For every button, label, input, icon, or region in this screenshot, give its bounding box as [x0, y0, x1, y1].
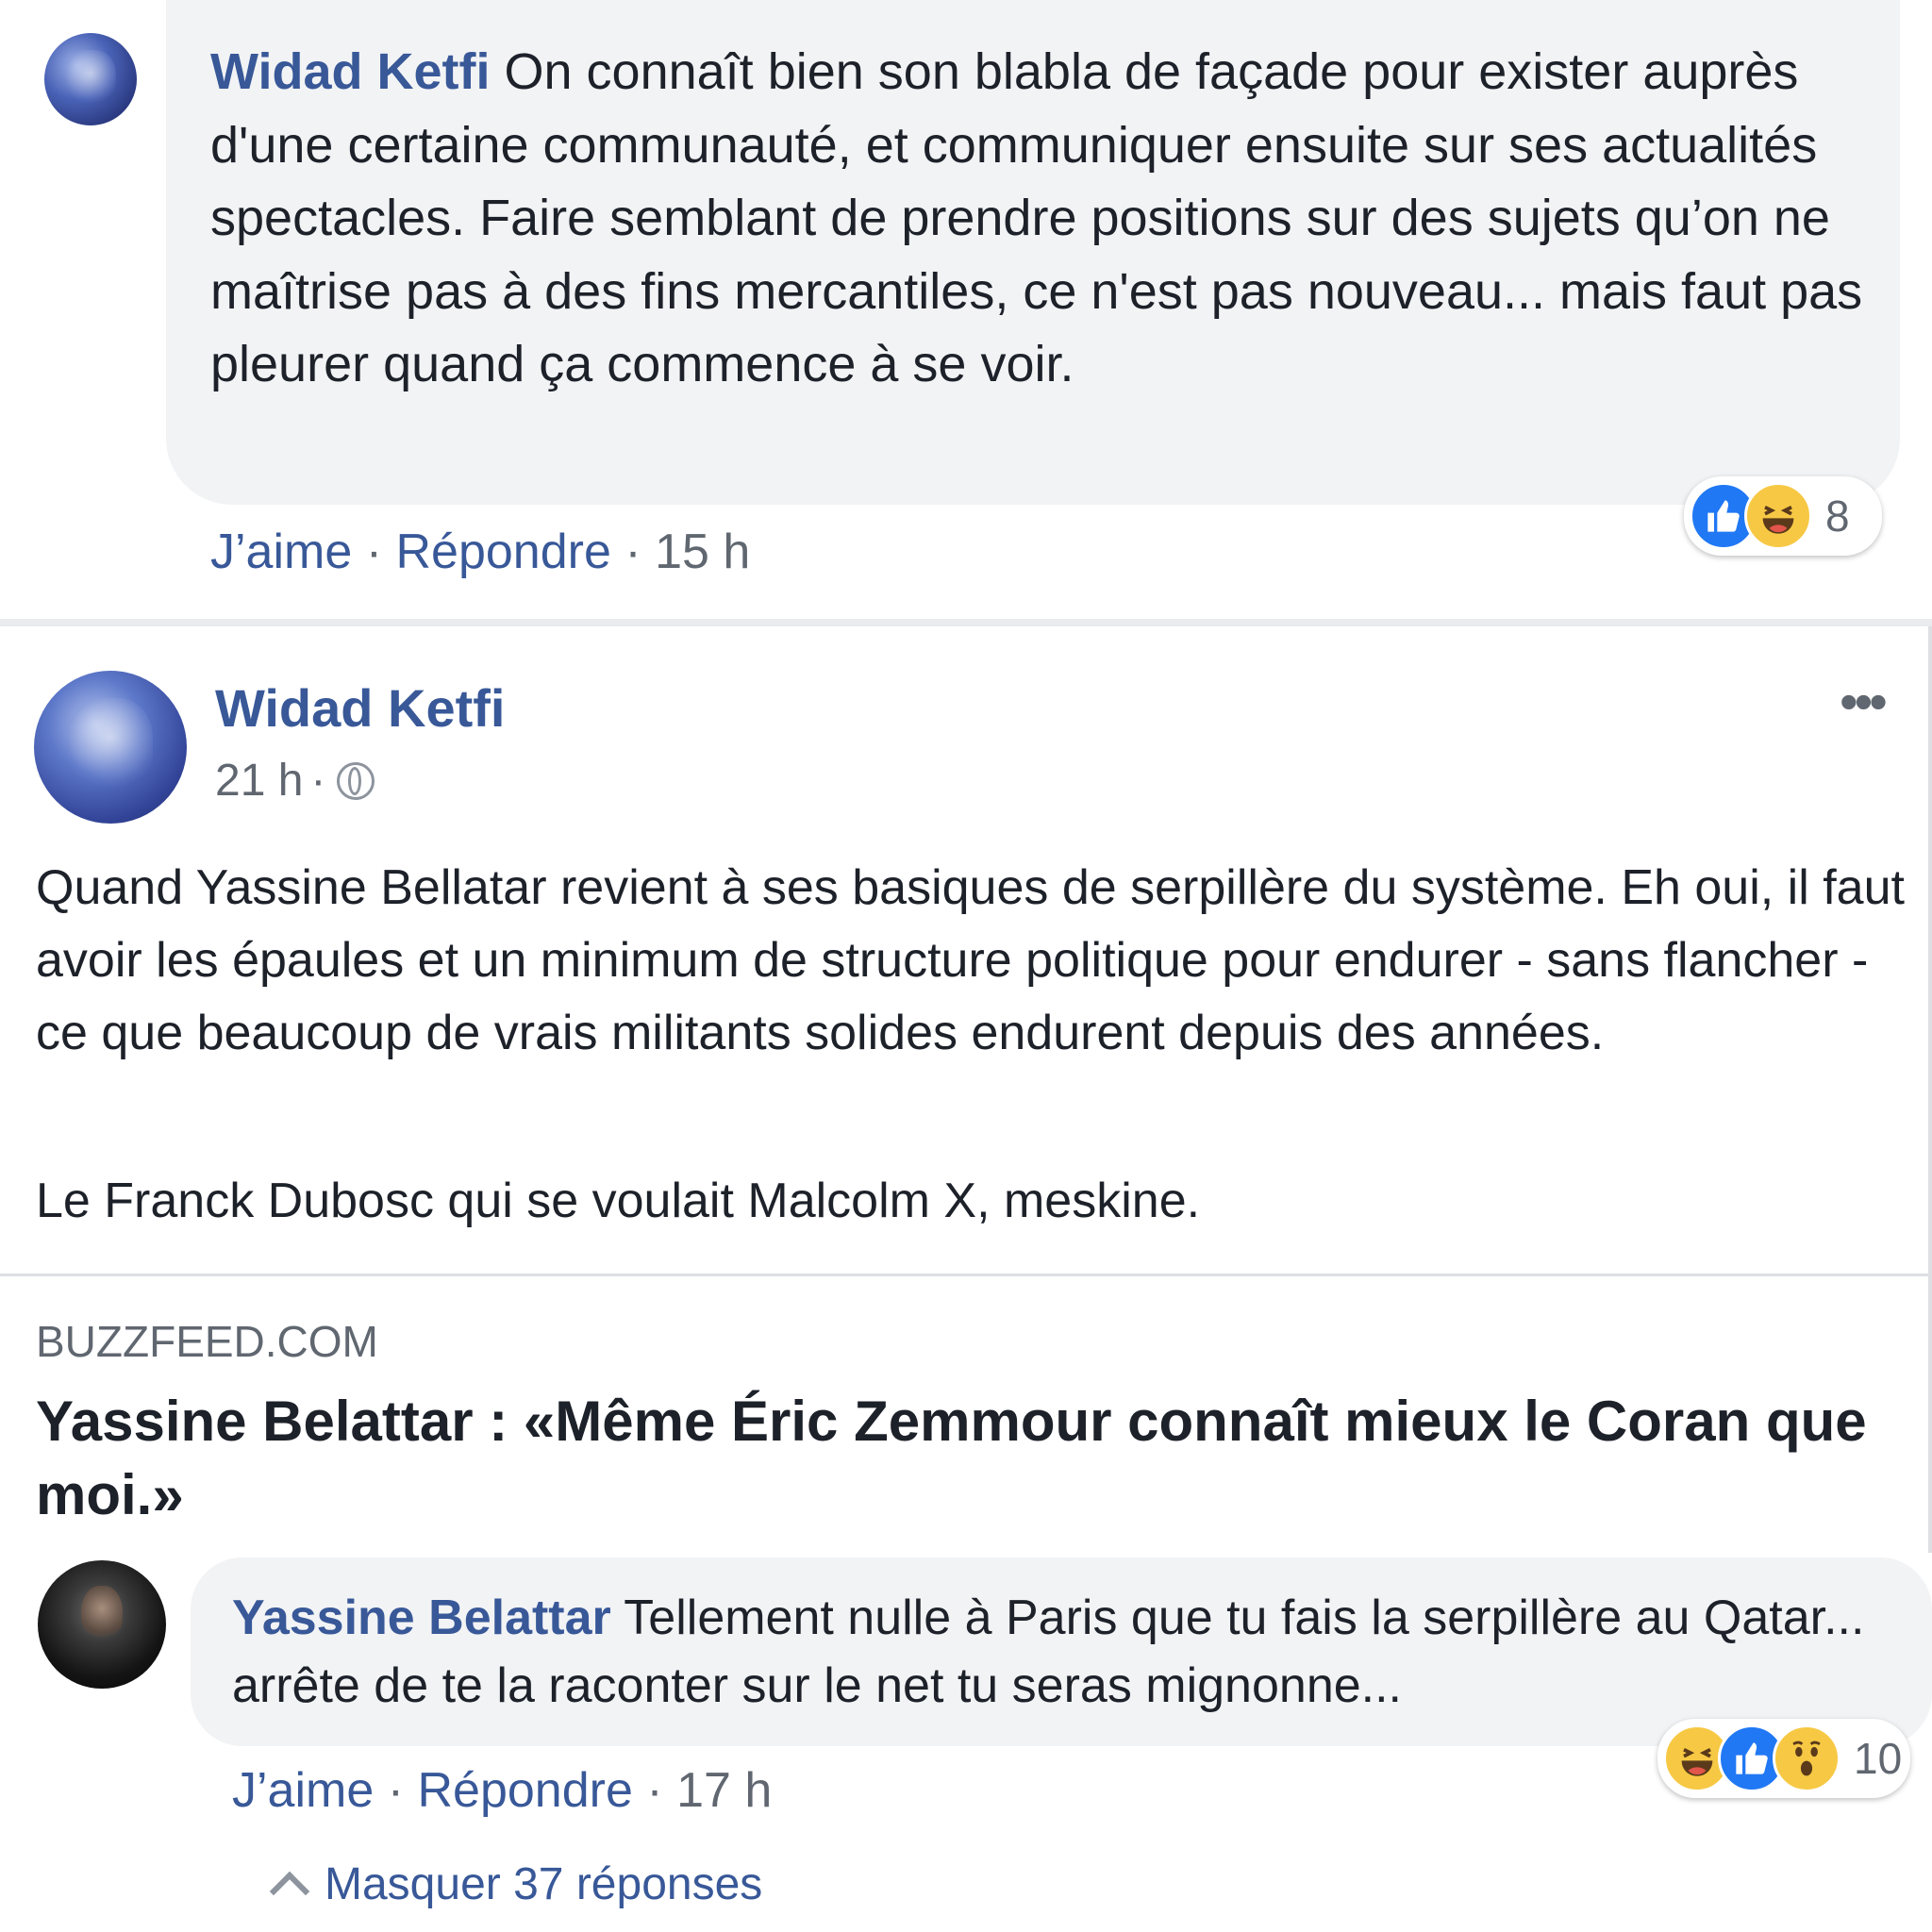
reactions-summary[interactable]: 10	[1657, 1719, 1910, 1798]
comment-actions-yassine: J’aime · Répondre · 17 h	[232, 1762, 772, 1819]
post-author-name[interactable]: Widad Ketfi	[215, 677, 505, 739]
comment-actions-widad: J’aime · Répondre · 15 h	[210, 524, 750, 580]
like-link[interactable]: J’aime	[232, 1763, 374, 1818]
separator: ·	[632, 1763, 677, 1818]
separator: ·	[310, 756, 326, 806]
reply-link[interactable]: Répondre	[417, 1763, 632, 1818]
post-text-paragraph-2: Le Franck Dubosc qui se voulait Malcolm …	[36, 1174, 1201, 1228]
separator: ·	[610, 525, 656, 579]
like-link[interactable]: J’aime	[210, 525, 352, 579]
post-meta: 21 h ·	[215, 755, 375, 807]
reactions-summary[interactable]: 8	[1684, 476, 1882, 556]
chevron-up-icon	[269, 1871, 310, 1911]
comment-timestamp[interactable]: 17 h	[676, 1763, 772, 1818]
link-preview-title[interactable]: Yassine Belattar : «Même Éric Zemmour co…	[36, 1385, 1908, 1532]
avatar-widad-ketfi[interactable]	[44, 33, 137, 125]
wow-icon	[1773, 1724, 1840, 1792]
comment-timestamp[interactable]: 15 h	[655, 525, 750, 579]
comment-author-link[interactable]: Yassine Belattar	[232, 1591, 611, 1645]
link-preview-domain: BUZZFEED.COM	[36, 1317, 378, 1366]
separator: ·	[352, 525, 396, 579]
comment-author-link[interactable]: Widad Ketfi	[210, 43, 491, 100]
more-options-icon[interactable]: •••	[1840, 675, 1888, 728]
reply-link[interactable]: Répondre	[395, 525, 610, 579]
post-timestamp[interactable]: 21 h	[215, 755, 303, 807]
globe-icon	[337, 761, 375, 800]
hide-replies-label: Masquer 37 réponses	[325, 1859, 763, 1909]
post-author-avatar[interactable]	[34, 671, 187, 824]
separator: ·	[374, 1763, 418, 1818]
avatar-yassine-belattar[interactable]	[38, 1560, 166, 1689]
reaction-count: 10	[1854, 1734, 1903, 1783]
comment-body-widad: Widad Ketfi On connaît bien son blabla d…	[210, 36, 1880, 402]
haha-icon	[1744, 482, 1812, 550]
section-divider	[0, 619, 1932, 626]
comment-body-yassine: Yassine Belattar Tellement nulle à Paris…	[232, 1584, 1902, 1720]
post-text-paragraph-1: Quand Yassine Bellatar revient à ses bas…	[36, 860, 1905, 1060]
reaction-count: 8	[1825, 491, 1850, 541]
hide-replies-link[interactable]: Masquer 37 réponses	[269, 1858, 763, 1911]
